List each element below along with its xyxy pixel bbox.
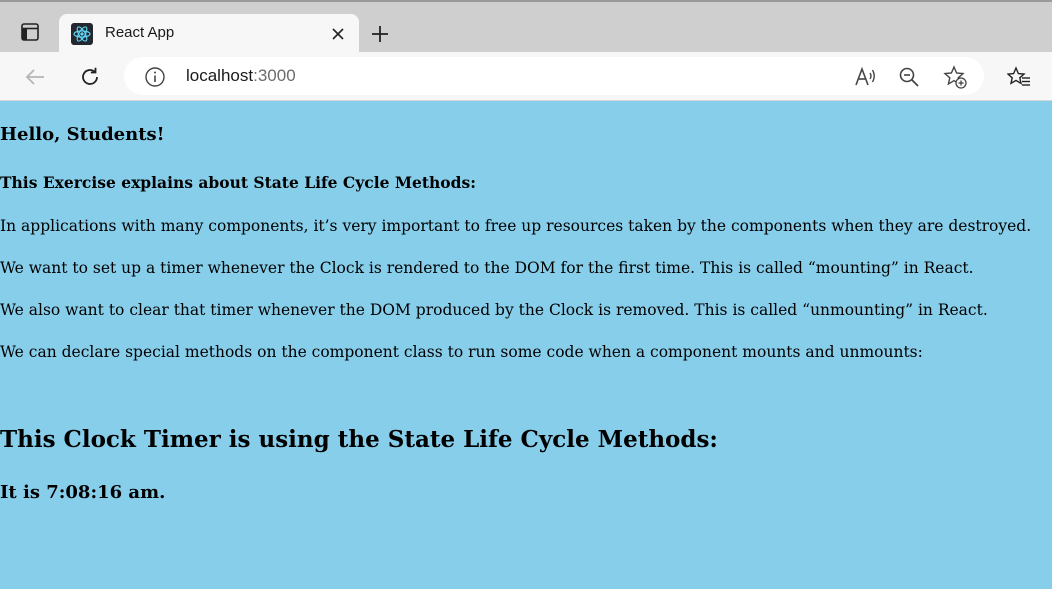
address-bar[interactable]: localhost:3000 <box>124 57 984 95</box>
refresh-icon[interactable] <box>74 61 106 93</box>
browser-tab[interactable]: React App <box>59 14 359 54</box>
paragraph: We can declare special methods on the co… <box>0 343 923 361</box>
read-aloud-icon[interactable] <box>851 63 879 91</box>
greeting-heading: Hello, Students! <box>0 124 165 145</box>
react-logo-icon <box>71 23 93 45</box>
add-favorite-icon[interactable] <box>941 63 969 91</box>
page-content: Hello, Students! This Exercise explains … <box>0 101 1052 589</box>
zoom-out-icon[interactable] <box>895 63 923 91</box>
exercise-subheading: This Exercise explains about State Life … <box>0 173 476 192</box>
browser-toolbar: localhost:3000 <box>0 52 1052 101</box>
tab-title: React App <box>105 24 175 41</box>
plus-icon[interactable] <box>366 20 394 48</box>
tab-strip: React App <box>0 0 1052 54</box>
paragraph: In applications with many components, it… <box>0 217 1032 235</box>
close-icon[interactable] <box>327 23 349 45</box>
url-host: localhost <box>186 66 254 85</box>
paragraph: We also want to clear that timer wheneve… <box>0 301 988 319</box>
url-port: :3000 <box>253 66 296 85</box>
info-icon[interactable] <box>144 66 166 88</box>
clock-time: It is 7:08:16 am. <box>0 482 166 503</box>
tab-actions-icon[interactable] <box>14 16 46 48</box>
paragraph: We want to set up a timer whenever the C… <box>0 259 974 277</box>
favorites-icon[interactable] <box>1003 61 1035 93</box>
url-text[interactable]: localhost:3000 <box>186 66 296 86</box>
clock-heading: This Clock Timer is using the State Life… <box>0 426 718 453</box>
back-arrow-icon[interactable] <box>19 61 51 93</box>
